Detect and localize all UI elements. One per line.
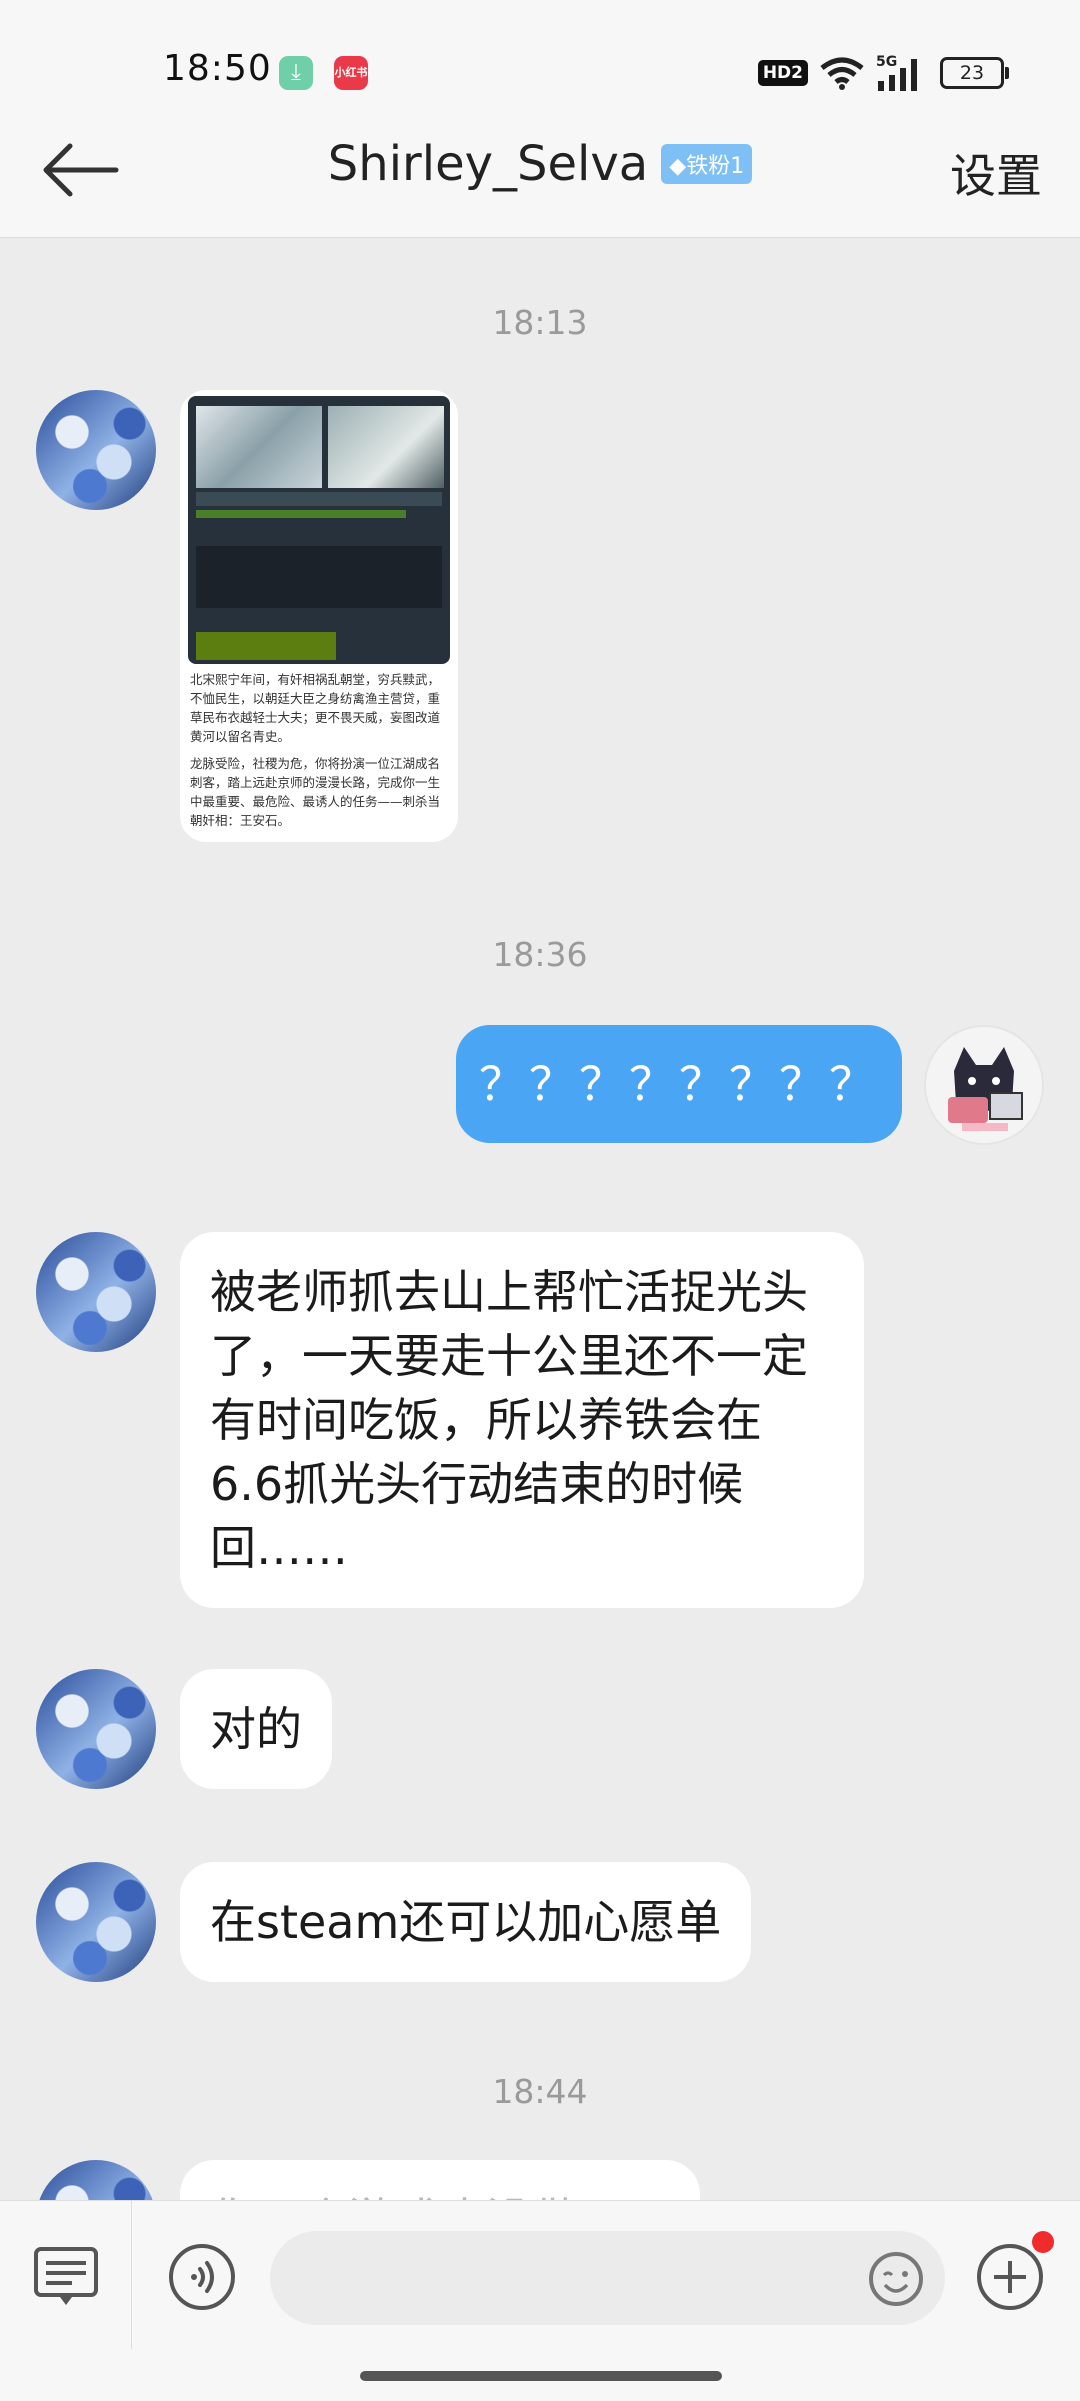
timestamp: 18:44 (492, 2072, 588, 2111)
wifi-icon (820, 57, 864, 90)
settings-button[interactable]: 设置 (950, 140, 1042, 206)
voice-input-icon[interactable] (168, 2243, 236, 2311)
menu-toggle-icon[interactable] (32, 2245, 100, 2309)
hd-icon: HD2 (757, 60, 808, 86)
chat-title: Shirley_Selva ◆铁粉1 (0, 136, 1080, 206)
xiaohongshu-notification-icon: 小红书 (334, 56, 368, 90)
battery-icon: 23 (940, 57, 1009, 89)
cat-avatar-icon (948, 1047, 1023, 1131)
input-bar (0, 2200, 1080, 2401)
avatar[interactable] (36, 390, 156, 510)
my-avatar[interactable] (924, 1025, 1044, 1145)
status-time: 18:50 (163, 48, 272, 89)
plus-icon[interactable] (976, 2243, 1044, 2311)
my-message-bubble[interactable]: ？？？？？？？？ (456, 1025, 902, 1143)
status-icons: HD2 5G 23 (757, 52, 1009, 94)
avatar[interactable] (36, 1232, 156, 1352)
message-bubble[interactable]: 在steam还可以加心愿单 (180, 1862, 752, 1982)
signal-5g-icon: 5G (876, 54, 917, 91)
image-caption-text: 北宋熙宁年间，有奸相祸乱朝堂，穷兵黩武，不恤民生，以朝廷大臣之身纺禽渔主营贷，重… (190, 672, 441, 828)
image-message[interactable]: 北宋熙宁年间，有奸相祸乱朝堂，穷兵黩武，不恤民生，以朝廷大臣之身纺禽渔主营贷，重… (180, 390, 458, 842)
contact-name: Shirley_Selva (327, 136, 649, 192)
message-bubble[interactable]: 被老师抓去山上帮忙活捉光头了，一天要走十公里还不一定有时间吃饭，所以养铁会在6.… (180, 1232, 864, 1608)
emoji-icon[interactable] (868, 2251, 924, 2307)
avatar[interactable] (36, 1669, 156, 1789)
download-notification-icon: ⤓ (279, 56, 313, 90)
steam-store-screenshot (188, 396, 450, 664)
timestamp: 18:13 (492, 303, 588, 342)
message-bubble[interactable]: 对的 (180, 1669, 332, 1789)
message-input[interactable] (270, 2231, 945, 2325)
notification-dot (1032, 2231, 1054, 2253)
fan-level-badge: ◆铁粉1 (661, 144, 753, 184)
avatar[interactable] (36, 1862, 156, 1982)
svg-text:5G: 5G (876, 54, 897, 70)
home-indicator[interactable] (360, 2371, 722, 2381)
timestamp: 18:36 (492, 935, 588, 974)
top-bar: 18:50 ⤓ 小红书 HD2 5G 23 Shirley_Selva ◆铁粉1… (0, 0, 1080, 238)
